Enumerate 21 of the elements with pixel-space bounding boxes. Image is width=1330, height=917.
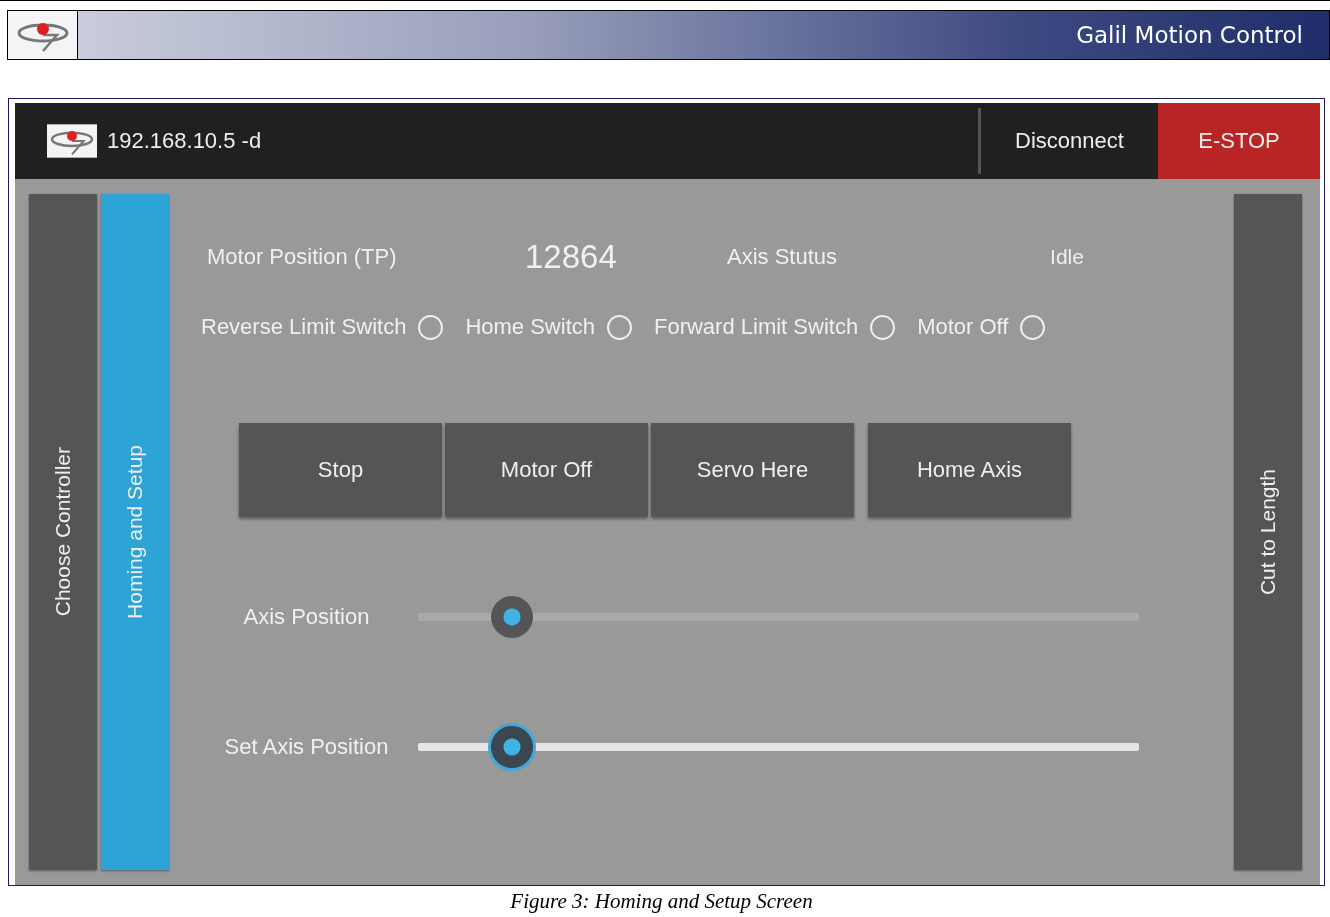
slider-thumb[interactable] (487, 723, 536, 771)
slider-label: Axis Position (242, 604, 371, 630)
switch-label: Forward Limit Switch (654, 314, 859, 340)
header-title: Galil Motion Control (1076, 22, 1303, 48)
switch-label: Reverse Limit Switch (201, 314, 407, 340)
action-button[interactable]: Home Axis (868, 423, 1071, 517)
switch-label: Motor Off (917, 314, 1009, 340)
action-button[interactable]: Motor Off (445, 423, 648, 517)
status-label: Motor Position (TP) (207, 244, 398, 270)
estop-button[interactable]: E-STOP (1158, 103, 1320, 179)
switch-label: Home Switch (465, 314, 595, 340)
side-tab[interactable]: Cut to Length (1234, 194, 1302, 870)
action-button[interactable]: Servo Here (651, 423, 854, 517)
figure-caption: Figure 3: Homing and Setup Screen (509, 889, 814, 914)
status-label: Axis Stutus (727, 244, 839, 270)
status-value: Idle (1049, 245, 1085, 269)
status-value: 12864 (524, 238, 618, 276)
action-button[interactable]: Stop (239, 423, 442, 517)
slider-label: Set Axis Position (223, 734, 390, 760)
connection-address: 192.168.10.5 -d (107, 128, 262, 154)
side-tab[interactable]: Choose Controller (29, 194, 97, 870)
